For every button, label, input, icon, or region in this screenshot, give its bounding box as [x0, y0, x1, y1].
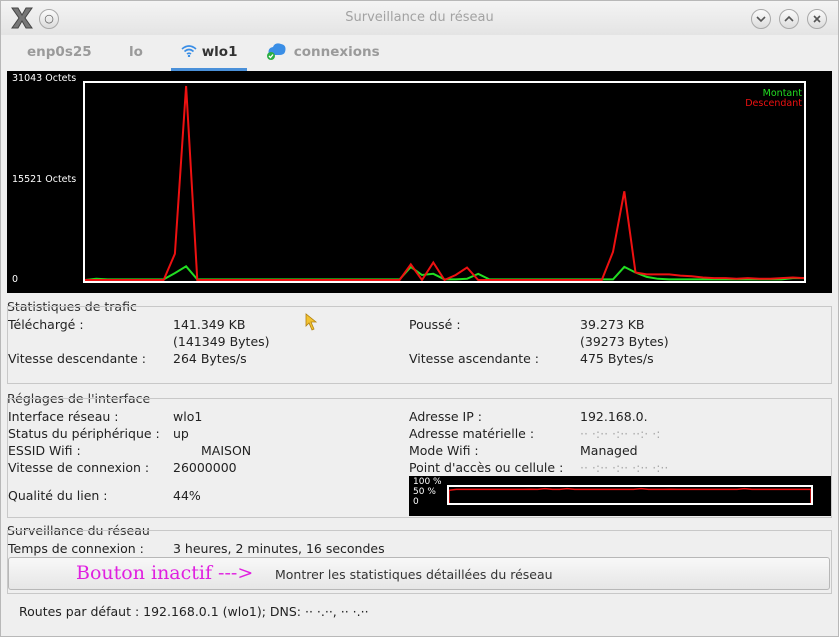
iface-value: wlo1	[173, 409, 203, 424]
connection-time-value: 3 heures, 2 minutes, 16 secondes	[173, 541, 385, 556]
upload-speed-value: 475 Bytes/s	[580, 351, 654, 366]
tab-connexions[interactable]: connexions	[265, 37, 380, 71]
legend-down: Descendant	[745, 98, 802, 109]
y-min-label: 0	[12, 274, 19, 285]
connection-time-label: Temps de connexion :	[8, 541, 144, 556]
chevron-up-icon	[784, 15, 794, 22]
show-detailed-stats-button[interactable]: Bouton inactif ---> Montrer les statisti…	[8, 557, 830, 590]
y-max-label: 31043 Octets	[12, 73, 77, 84]
quality-series-line	[448, 487, 812, 503]
mouse-pointer-icon	[305, 313, 318, 331]
ip-value: 192.168.0.	[580, 409, 648, 424]
tab-enp0s25[interactable]: enp0s25	[27, 37, 92, 71]
iface-label: Interface réseau :	[8, 409, 119, 424]
y-mid-label: 15521 Octets	[12, 174, 77, 185]
wifi-mode-label: Mode Wifi :	[409, 443, 479, 458]
downloaded-label: Téléchargé :	[8, 317, 84, 332]
traffic-chart	[84, 85, 805, 282]
wifi-icon	[181, 45, 197, 58]
access-point-value: ·· ·:·· ·:·· ·:·· ·:··	[580, 460, 669, 475]
wifi-mode-value: Managed	[580, 443, 638, 458]
ip-label: Adresse IP :	[409, 409, 482, 424]
tab-connexions-label: connexions	[293, 44, 380, 60]
essid-value: MAISON	[201, 443, 252, 458]
connection-speed-label: Vitesse de connexion :	[8, 460, 150, 475]
inactive-button-annotation: Bouton inactif --->	[76, 562, 254, 584]
mini-50-label: 50 %	[413, 487, 436, 497]
series-line-montant	[84, 265, 804, 281]
show-detailed-stats-label: Montrer les statistiques détaillées du r…	[275, 567, 553, 582]
mini-0-label: 0	[413, 497, 419, 507]
download-speed-label: Vitesse descendante :	[8, 351, 146, 366]
device-status-value: up	[173, 426, 189, 441]
tab-wlo1[interactable]: wlo1	[171, 37, 247, 71]
upload-speed-label: Vitesse ascendante :	[409, 351, 539, 366]
download-speed-value: 264 Bytes/s	[173, 351, 247, 366]
device-status-label: Status du périphérique :	[8, 426, 160, 441]
uploaded-bytes: (39273 Bytes)	[580, 334, 669, 349]
series-line-descendant	[85, 85, 805, 282]
mac-label: Adresse matérielle :	[409, 426, 535, 441]
interface-tabs: enp0s25 lo wlo1 connexions	[7, 37, 833, 71]
maximize-button[interactable]	[779, 9, 799, 29]
network-connections-icon	[267, 43, 286, 60]
uploaded-label: Poussé :	[409, 317, 461, 332]
connection-speed-value: 26000000	[173, 460, 237, 475]
link-quality-label: Qualité du lien :	[8, 488, 108, 503]
title-bar: ○ Surveillance du réseau	[1, 1, 838, 35]
status-bar: Routes par défaut : 192.168.0.1 (wlo1); …	[19, 604, 369, 619]
essid-label: ESSID Wifi :	[8, 443, 81, 458]
network-monitor-window: ○ Surveillance du réseau enp0s25 lo wlo1	[0, 0, 839, 637]
mac-value: ·· ·:·· ·:·· ··:· ·:	[580, 426, 661, 441]
quality-chart	[448, 487, 812, 503]
close-icon	[813, 15, 821, 23]
access-point-label: Point d'accès ou cellule :	[409, 460, 564, 475]
traffic-graph: 31043 Octets 15521 Octets 0 Montant Desc…	[7, 71, 832, 293]
downloaded-bytes: (141349 Bytes)	[173, 334, 270, 349]
chevron-down-icon	[756, 16, 766, 23]
mini-100-label: 100 %	[413, 477, 442, 487]
window-title: Surveillance du réseau	[345, 10, 494, 25]
minimize-button[interactable]	[751, 9, 771, 29]
link-quality-value: 44%	[173, 488, 201, 503]
close-button[interactable]	[807, 9, 827, 29]
tab-wlo1-label: wlo1	[201, 44, 238, 60]
uploaded-value: 39.273 KB	[580, 317, 645, 332]
quality-plot	[447, 485, 813, 505]
traffic-plot	[83, 81, 806, 283]
link-quality-graph: 100 % 50 % 0	[409, 476, 831, 516]
tab-lo[interactable]: lo	[129, 37, 143, 71]
downloaded-value: 141.349 KB	[173, 317, 246, 332]
